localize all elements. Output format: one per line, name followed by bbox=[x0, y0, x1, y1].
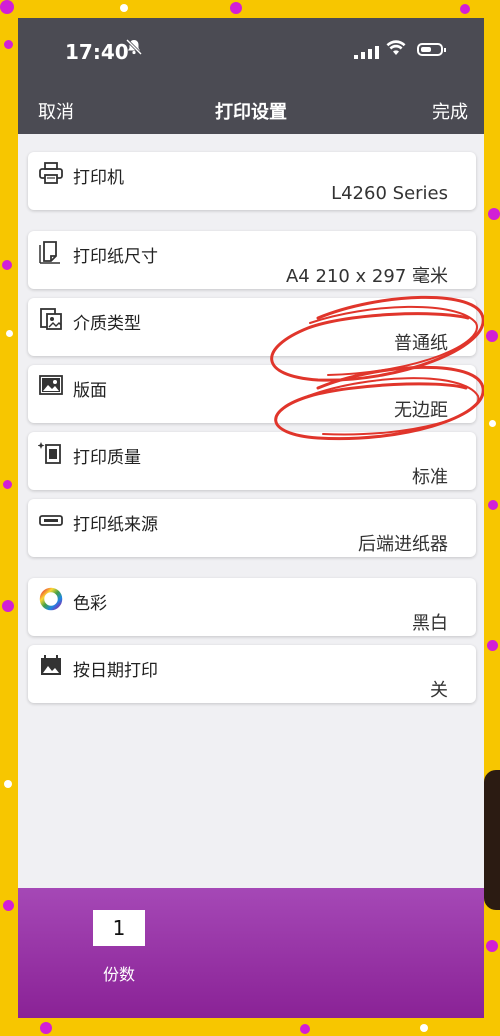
confetti-dot bbox=[6, 330, 13, 337]
confetti-dot bbox=[3, 480, 12, 489]
navigation-bar: 取消 打印设置 完成 bbox=[18, 88, 484, 134]
paper-size-icon bbox=[38, 239, 64, 265]
setting-color[interactable]: 色彩 黑白 bbox=[28, 578, 476, 636]
confetti-dot bbox=[488, 500, 498, 510]
confetti-dot bbox=[2, 600, 14, 612]
setting-label: 按日期打印 bbox=[73, 661, 158, 681]
confetti-dot bbox=[489, 420, 496, 427]
setting-print-quality[interactable]: 打印质量 标准 bbox=[28, 432, 476, 490]
bell-slash-icon bbox=[125, 38, 143, 61]
confetti-dot bbox=[486, 940, 498, 952]
color-wheel-icon bbox=[38, 586, 64, 612]
calendar-photo-icon bbox=[38, 653, 64, 679]
bottom-toolbar: 1 份数 bbox=[18, 888, 484, 1018]
setting-value: L4260 Series bbox=[331, 183, 448, 204]
setting-label: 打印纸尺寸 bbox=[73, 247, 158, 267]
setting-value: 黑白 bbox=[412, 613, 448, 634]
setting-value: 关 bbox=[430, 680, 448, 701]
setting-value: 后端进纸器 bbox=[358, 534, 448, 555]
setting-media-type[interactable]: 介质类型 普通纸 bbox=[28, 298, 476, 356]
confetti-dot bbox=[40, 1022, 52, 1034]
setting-printer[interactable]: 打印机 L4260 Series bbox=[28, 152, 476, 210]
confetti-dot bbox=[486, 330, 498, 342]
setting-label: 色彩 bbox=[73, 594, 107, 614]
confetti-dot bbox=[460, 4, 470, 14]
setting-date-print[interactable]: 按日期打印 关 bbox=[28, 645, 476, 703]
confetti-dot bbox=[0, 0, 14, 14]
copies-input[interactable]: 1 bbox=[93, 910, 145, 946]
print-quality-icon bbox=[37, 440, 64, 466]
wifi-icon bbox=[386, 39, 406, 61]
copies-label: 份数 bbox=[103, 965, 136, 984]
setting-label: 打印质量 bbox=[73, 448, 141, 468]
setting-label: 打印纸来源 bbox=[73, 515, 158, 535]
printer-icon bbox=[38, 160, 64, 186]
setting-value: 标准 bbox=[412, 467, 448, 488]
layout-icon bbox=[38, 373, 64, 399]
setting-paper-size[interactable]: 打印纸尺寸 A4 210 x 297 毫米 bbox=[28, 231, 476, 289]
setting-label: 介质类型 bbox=[73, 314, 141, 334]
confetti-dot bbox=[300, 1024, 310, 1034]
confetti-dot bbox=[488, 208, 500, 220]
setting-value: 普通纸 bbox=[394, 333, 448, 354]
status-time: 17:40 bbox=[65, 40, 129, 64]
confetti-dot bbox=[230, 2, 242, 14]
confetti-dot bbox=[420, 1024, 428, 1032]
paper-source-icon bbox=[38, 507, 64, 533]
setting-paper-source[interactable]: 打印纸来源 后端进纸器 bbox=[28, 499, 476, 557]
confetti-dot bbox=[4, 780, 12, 788]
confetti-dot bbox=[487, 640, 498, 651]
confetti-dot bbox=[2, 260, 12, 270]
setting-layout[interactable]: 版面 无边距 bbox=[28, 365, 476, 423]
confetti-dot bbox=[3, 900, 14, 911]
battery-icon bbox=[417, 43, 446, 56]
setting-value: A4 210 x 297 毫米 bbox=[285, 266, 448, 287]
confetti-dot bbox=[120, 4, 128, 12]
setting-label: 打印机 bbox=[73, 168, 124, 188]
media-type-icon bbox=[38, 306, 64, 332]
background-photo-edge bbox=[484, 770, 500, 910]
phone-screen: 17:40 取消 打印设置 完成 打印机 L4260 Series 打印纸尺寸 … bbox=[18, 18, 484, 1018]
done-button[interactable]: 完成 bbox=[432, 98, 468, 124]
signal-icon bbox=[354, 46, 379, 59]
setting-label: 版面 bbox=[73, 381, 107, 401]
status-bar: 17:40 bbox=[18, 18, 484, 88]
page-title: 打印设置 bbox=[215, 102, 287, 123]
setting-value: 无边距 bbox=[394, 400, 448, 421]
confetti-dot bbox=[4, 40, 13, 49]
